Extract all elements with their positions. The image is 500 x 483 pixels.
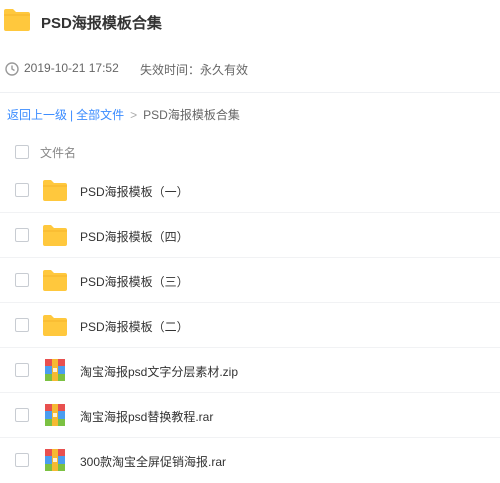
archive-icon <box>45 449 65 471</box>
archive-icon <box>45 404 65 426</box>
clock-icon <box>5 62 19 76</box>
list-item[interactable]: PSD海报模板（一） <box>0 168 500 213</box>
file-name[interactable]: 淘宝海报psd替换教程.rar <box>80 408 213 425</box>
share-date: 2019-10-21 17:52 <box>24 61 119 75</box>
folder-icon <box>43 180 67 201</box>
list-item[interactable]: 300款淘宝全屏促销海报.rar <box>0 438 500 483</box>
row-checkbox[interactable] <box>15 183 29 197</box>
row-checkbox[interactable] <box>15 408 29 422</box>
row-checkbox[interactable] <box>15 228 29 242</box>
row-checkbox[interactable] <box>15 273 29 287</box>
breadcrumb-arrow: > <box>130 108 138 122</box>
filename-column-header: 文件名 <box>40 146 77 160</box>
folder-icon <box>43 270 67 291</box>
folder-icon <box>4 9 30 31</box>
row-checkbox[interactable] <box>15 318 29 332</box>
folder-icon <box>43 315 67 336</box>
expiry-text: 失效时间：永久有效 <box>140 63 249 77</box>
share-header: PSD海报模板合集 <box>0 0 500 44</box>
row-checkbox[interactable] <box>15 363 29 377</box>
list-item[interactable]: PSD海报模板（三） <box>0 258 500 303</box>
file-name[interactable]: PSD海报模板（二） <box>80 318 189 335</box>
list-item[interactable]: 淘宝海报psd文字分层素材.zip <box>0 348 500 393</box>
archive-icon <box>45 359 65 381</box>
file-name[interactable]: 300款淘宝全屏促销海报.rar <box>80 453 226 470</box>
file-name[interactable]: 淘宝海报psd文字分层素材.zip <box>80 363 238 380</box>
share-meta: 2019-10-21 17:52 失效时间：永久有效 <box>0 55 500 83</box>
all-files-link[interactable]: 全部文件 <box>76 108 124 122</box>
list-item[interactable]: PSD海报模板（二） <box>0 303 500 348</box>
back-link[interactable]: 返回上一级 <box>7 108 67 122</box>
file-name[interactable]: PSD海报模板（三） <box>80 273 189 290</box>
select-all-checkbox[interactable] <box>15 145 29 159</box>
list-item[interactable]: 淘宝海报psd替换教程.rar <box>0 393 500 438</box>
list-header: 文件名 <box>0 138 500 166</box>
file-name[interactable]: PSD海报模板（四） <box>80 228 189 245</box>
breadcrumb-current: PSD海报模板合集 <box>143 108 240 122</box>
folder-icon <box>43 225 67 246</box>
row-checkbox[interactable] <box>15 453 29 467</box>
file-name[interactable]: PSD海报模板（一） <box>80 183 189 200</box>
page-title: PSD海报模板合集 <box>41 15 162 32</box>
divider <box>0 92 500 93</box>
list-item[interactable]: PSD海报模板（四） <box>0 213 500 258</box>
breadcrumb: 返回上一级 | 全部文件 > PSD海报模板合集 <box>7 106 240 123</box>
breadcrumb-divider: | <box>70 108 74 122</box>
